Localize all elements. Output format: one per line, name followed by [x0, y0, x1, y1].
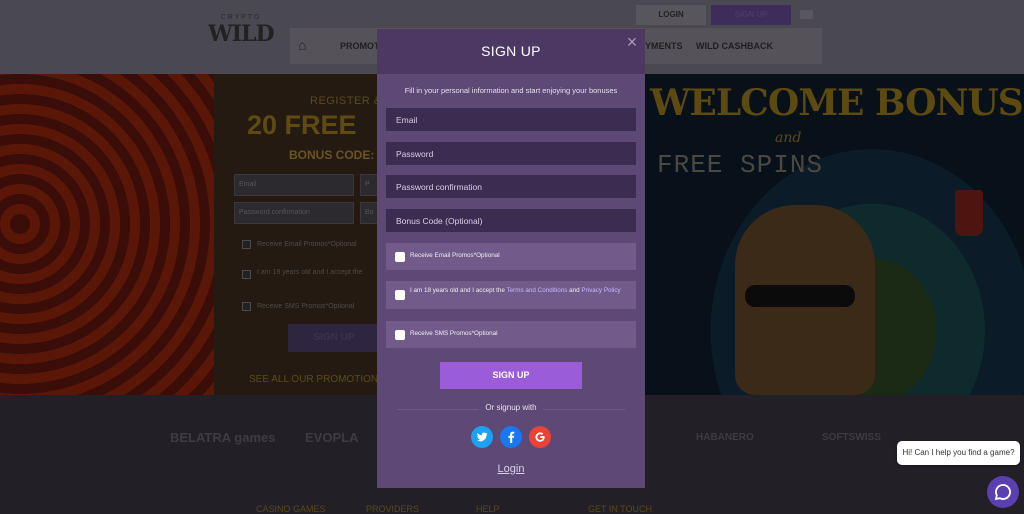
bonus-code-field[interactable]: [386, 209, 636, 232]
sms-promos-optional: *Optional: [471, 330, 498, 337]
provider-logo-softswiss: SOFTSWISS: [822, 432, 881, 443]
header-signup-button[interactable]: SIGN UP: [711, 5, 791, 25]
email-promos-label: Receive Email Promos*Optional: [410, 252, 500, 260]
login-link[interactable]: Login: [377, 463, 645, 475]
hero-left-background: [0, 74, 214, 395]
google-icon[interactable]: [529, 426, 551, 448]
provider-logo-evoplay: EVOPLA: [305, 430, 359, 445]
see-all-promotions-link: SEE ALL OUR PROMOTION: [249, 374, 379, 385]
modal-subtitle: Fill in your personal information and st…: [404, 86, 618, 95]
nav-item-promotions[interactable]: PROMOT: [340, 41, 380, 51]
close-icon[interactable]: ×: [623, 33, 641, 51]
bg-check-label: I am 18 years old and I accept the: [257, 269, 363, 276]
red-cup-image: [955, 190, 983, 236]
welcome-and-text: and: [775, 130, 802, 146]
uk-flag-icon[interactable]: [800, 10, 813, 19]
logo-text: WILD: [208, 21, 275, 47]
or-signup-label: Or signup with: [479, 403, 543, 412]
modal-title: SIGN UP: [481, 43, 541, 59]
email-promos-checkbox[interactable]: [395, 252, 405, 262]
bg-checkbox: [242, 302, 251, 311]
bg-checkbox: [242, 270, 251, 279]
modal-header: SIGN UP ×: [377, 29, 645, 74]
email-promos-optional: *Optional: [473, 252, 500, 259]
footer-link-help[interactable]: HELP: [476, 504, 500, 514]
home-icon[interactable]: ⌂: [298, 38, 314, 52]
welcome-bonus-title: WELCOME BONUS: [650, 82, 1024, 124]
age-terms-label: I am 18 years old and I accept the Terms…: [410, 287, 622, 295]
provider-logo-belatra: BELATRA games: [170, 430, 276, 445]
hero-free-text: 20 FREE: [247, 110, 357, 140]
sms-promos-text: Receive SMS Promos: [410, 330, 472, 337]
and-word: and: [567, 287, 582, 294]
chat-icon: [994, 484, 1011, 501]
email-promos-row: Receive Email Promos*Optional: [386, 243, 636, 270]
footer-link-providers[interactable]: PROVIDERS: [366, 504, 419, 514]
nav-item-payments[interactable]: YMENTS: [645, 41, 683, 51]
bg-password-field: P: [360, 174, 378, 196]
or-signup-with-text: Or signup with: [377, 403, 645, 412]
bg-signup-button: SIGN UP: [288, 324, 380, 352]
bg-bonus-code-field: Bo: [360, 202, 378, 224]
provider-logo-habanero: HABANERO: [696, 432, 754, 443]
logo-top-text: CRYPTO: [220, 14, 262, 21]
email-field[interactable]: [386, 108, 636, 131]
bg-password-confirm-field: Password confirmation: [234, 202, 354, 224]
chat-prompt-bubble[interactable]: Hi! Can I help you find a game?: [897, 441, 1020, 465]
bg-check-label: Receive Email Promos*Optional: [257, 241, 357, 248]
bg-email-field: Email: [234, 174, 354, 196]
footer-link-get-in-touch[interactable]: GET IN TOUCH: [588, 504, 652, 514]
header-login-button[interactable]: LOGIN: [636, 5, 706, 25]
password-field[interactable]: [386, 142, 636, 165]
age-terms-row: I am 18 years old and I accept the Terms…: [386, 281, 636, 309]
signup-button[interactable]: SIGN UP: [440, 362, 582, 389]
sms-promos-row: Receive SMS Promos*Optional: [386, 321, 636, 348]
footer-link-casino-games[interactable]: CASINO GAMES: [256, 504, 326, 514]
bg-checkbox: [242, 240, 251, 249]
bg-check-label: Receive SMS Promos*Optional: [257, 303, 355, 310]
free-spins-text: FREE SPINS: [657, 150, 824, 180]
password-confirmation-field[interactable]: [386, 175, 636, 198]
sms-promos-label: Receive SMS Promos*Optional: [410, 330, 498, 338]
sms-promos-checkbox[interactable]: [395, 330, 405, 340]
privacy-policy-link[interactable]: Privacy Policy: [581, 287, 620, 294]
nav-item-wild-cashback[interactable]: WILD CASHBACK: [696, 41, 773, 51]
email-promos-text: Receive Email Promos: [410, 252, 474, 259]
signup-modal: SIGN UP × Fill in your personal informat…: [377, 29, 645, 488]
twitter-icon[interactable]: [471, 426, 493, 448]
site-logo[interactable]: CRYPTO WILD: [208, 14, 275, 54]
chat-button[interactable]: [987, 476, 1019, 508]
terms-and-conditions-link[interactable]: Terms and Conditions: [507, 287, 568, 294]
age-terms-text: I am 18 years old and I accept the: [410, 287, 507, 294]
hero-register-text: REGISTER &: [310, 95, 382, 107]
hero-bonus-code-text: BONUS CODE:: [289, 148, 375, 162]
age-terms-checkbox[interactable]: [395, 290, 405, 300]
mascot-glasses: [745, 285, 855, 307]
facebook-icon[interactable]: [500, 426, 522, 448]
